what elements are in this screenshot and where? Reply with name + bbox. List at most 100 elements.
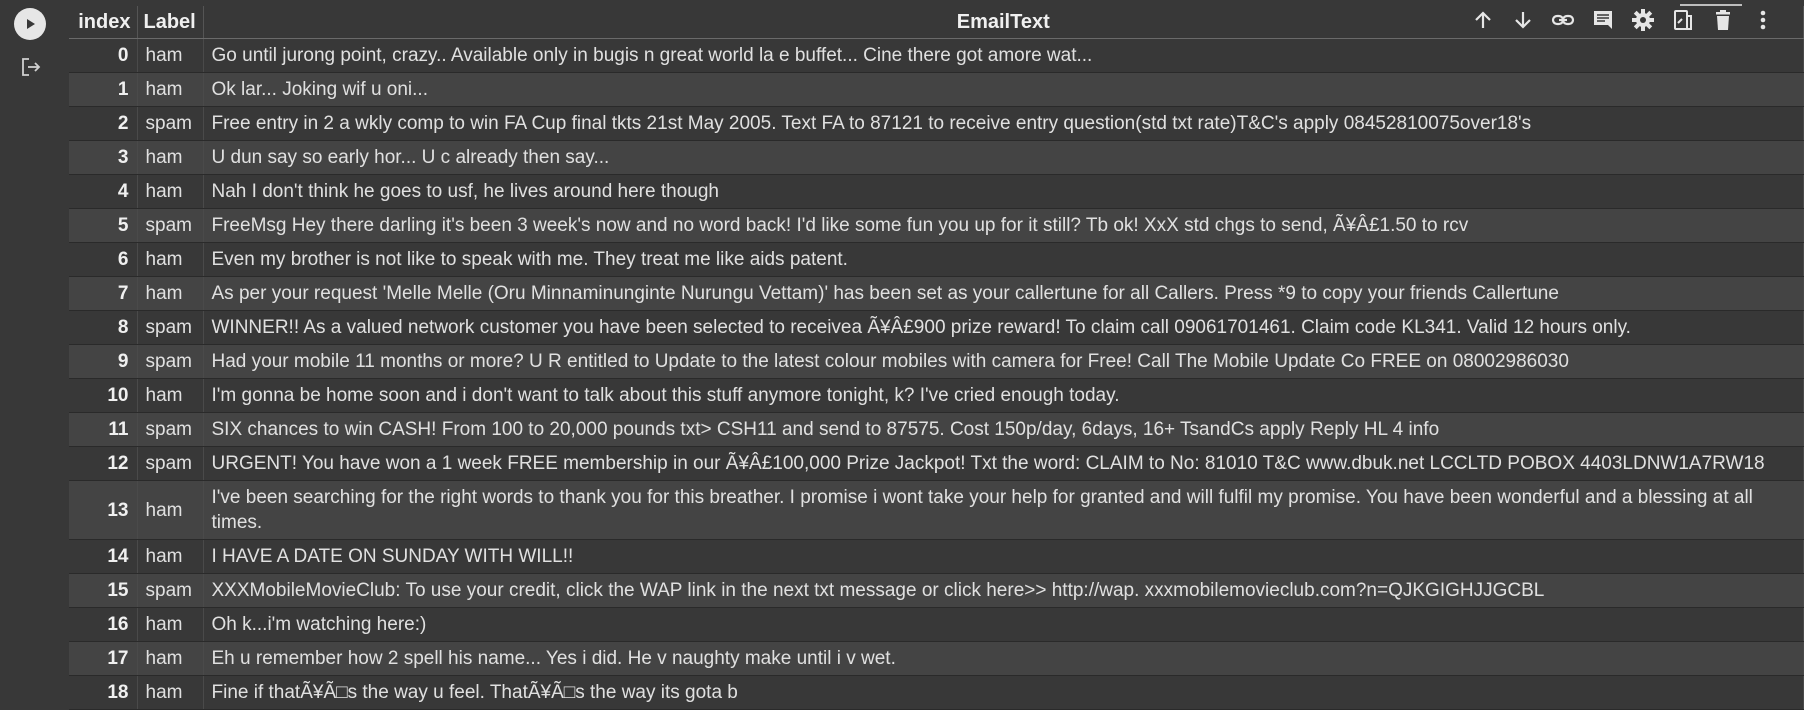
table-row: 4 ham Nah I don't think he goes to usf, he… xyxy=(69,174,1804,209)
row-index: 6 xyxy=(69,242,138,277)
move-cell-up-button[interactable] xyxy=(1466,4,1500,36)
label-cell: spam xyxy=(137,310,204,345)
label-cell: ham xyxy=(137,72,204,107)
row-index: 5 xyxy=(69,208,138,243)
add-comment-button[interactable] xyxy=(1586,4,1620,36)
label-cell: spam xyxy=(137,412,204,447)
mirror-cell-icon xyxy=(1674,10,1692,30)
emailtext-cell: FreeMsg Hey there darling it's been 3 we… xyxy=(203,208,1804,243)
mirror-cell-button[interactable] xyxy=(1666,4,1700,36)
table-row: 6 ham Even my brother is not like to speak… xyxy=(69,242,1804,277)
trash-icon xyxy=(1716,10,1730,30)
row-index: 12 xyxy=(69,446,138,481)
emailtext-cell: Even my brother is not like to speak wit… xyxy=(203,242,1804,277)
cell-toolbar xyxy=(1456,4,1786,36)
label-cell: ham xyxy=(137,480,204,540)
row-index: 7 xyxy=(69,276,138,311)
label-cell: ham xyxy=(137,607,204,642)
emailtext-cell: I've been searching for the right words … xyxy=(203,480,1804,540)
label-cell: spam xyxy=(137,106,204,141)
row-index: 15 xyxy=(69,573,138,608)
row-index: 18 xyxy=(69,675,138,710)
emailtext-cell: WINNER!! As a valued network customer yo… xyxy=(203,310,1804,345)
label-cell: ham xyxy=(137,242,204,277)
toolbar-divider xyxy=(1680,4,1742,6)
copy-link-button[interactable] xyxy=(1546,4,1580,36)
label-cell: ham xyxy=(137,174,204,209)
row-index: 4 xyxy=(69,174,138,209)
emailtext-cell: SIX chances to win CASH! From 100 to 20,… xyxy=(203,412,1804,447)
label-cell: ham xyxy=(137,38,204,73)
emailtext-cell: Fine if thatÃ¥Ã□s the way u feel. ThatÃ¥… xyxy=(203,675,1804,710)
emailtext-cell: Nah I don't think he goes to usf, he liv… xyxy=(203,174,1804,209)
table-row: 13 ham I've been searching for the right w… xyxy=(69,480,1804,540)
label-cell: spam xyxy=(137,446,204,481)
emailtext-cell: Ok lar... Joking wif u oni... xyxy=(203,72,1804,107)
comment-icon xyxy=(1594,11,1612,29)
emailtext-cell: As per your request 'Melle Melle (Oru Mi… xyxy=(203,276,1804,311)
row-index: 3 xyxy=(69,140,138,175)
dataframe-table: index Label EmailText 0 ham Go until juron… xyxy=(69,6,1804,710)
play-icon xyxy=(27,19,35,29)
gear-icon xyxy=(1632,9,1654,31)
settings-button[interactable] xyxy=(1626,4,1660,36)
row-index: 0 xyxy=(69,38,138,73)
column-header-label: Label xyxy=(137,6,204,39)
table-row: 2 spam Free entry in 2 a wkly comp to win … xyxy=(69,106,1804,141)
table-row: 11 spam SIX chances to win CASH! From 100 … xyxy=(69,412,1804,447)
label-cell: ham xyxy=(137,539,204,574)
table-row: 3 ham U dun say so early hor... U c alread… xyxy=(69,140,1804,175)
label-cell: ham xyxy=(137,276,204,311)
label-cell: spam xyxy=(137,208,204,243)
table-row: 5 spam FreeMsg Hey there darling it's been… xyxy=(69,208,1804,243)
row-index: 16 xyxy=(69,607,138,642)
table-row: 15 spam XXXMobileMovieClub: To use your cr… xyxy=(69,573,1804,608)
row-index: 8 xyxy=(69,310,138,345)
dataframe-output: index Label EmailText 0 ham Go until juron… xyxy=(69,6,1804,710)
table-row: 7 ham As per your request 'Melle Melle (Or… xyxy=(69,276,1804,311)
table-row: 8 spam WINNER!! As a valued network custom… xyxy=(69,310,1804,345)
row-index: 9 xyxy=(69,344,138,379)
row-index: 14 xyxy=(69,539,138,574)
delete-cell-button[interactable] xyxy=(1706,4,1740,36)
run-cell-button[interactable] xyxy=(14,8,46,40)
move-cell-down-button[interactable] xyxy=(1506,4,1540,36)
row-index: 10 xyxy=(69,378,138,413)
emailtext-cell: I HAVE A DATE ON SUNDAY WITH WILL!! xyxy=(203,539,1804,574)
row-index: 2 xyxy=(69,106,138,141)
table-row: 18 ham Fine if thatÃ¥Ã□s the way u feel. T… xyxy=(69,675,1804,710)
arrow-up-icon xyxy=(1475,11,1491,28)
table-row: 0 ham Go until jurong point, crazy.. Avail… xyxy=(69,38,1804,73)
label-cell: ham xyxy=(137,378,204,413)
row-index: 1 xyxy=(69,72,138,107)
row-index: 11 xyxy=(69,412,138,447)
table-row: 14 ham I HAVE A DATE ON SUNDAY WITH WILL!! xyxy=(69,539,1804,574)
emailtext-cell: URGENT! You have won a 1 week FREE membe… xyxy=(203,446,1804,481)
table-row: 9 spam Had your mobile 11 months or more? … xyxy=(69,344,1804,379)
row-index: 17 xyxy=(69,641,138,676)
table-row: 16 ham Oh k...i'm watching here:) xyxy=(69,607,1804,642)
emailtext-cell: Go until jurong point, crazy.. Available… xyxy=(203,38,1804,73)
label-cell: ham xyxy=(137,140,204,175)
table-row: 17 ham Eh u remember how 2 spell his name.… xyxy=(69,641,1804,676)
output-icon[interactable] xyxy=(18,54,44,80)
emailtext-cell: U dun say so early hor... U c already th… xyxy=(203,140,1804,175)
emailtext-cell: XXXMobileMovieClub: To use your credit, … xyxy=(203,573,1804,608)
table-row: 10 ham I'm gonna be home soon and i don't … xyxy=(69,378,1804,413)
more-actions-button[interactable] xyxy=(1746,4,1780,36)
emailtext-cell: I'm gonna be home soon and i don't want … xyxy=(203,378,1804,413)
arrow-down-icon xyxy=(1515,12,1531,29)
emailtext-cell: Eh u remember how 2 spell his name... Ye… xyxy=(203,641,1804,676)
label-cell: spam xyxy=(137,344,204,379)
label-cell: ham xyxy=(137,641,204,676)
emailtext-cell: Free entry in 2 a wkly comp to win FA Cu… xyxy=(203,106,1804,141)
cell-gutter xyxy=(0,0,64,710)
link-icon xyxy=(1551,14,1575,26)
column-header-index: index xyxy=(69,6,138,39)
table-row: 1 ham Ok lar... Joking wif u oni... xyxy=(69,72,1804,107)
label-cell: ham xyxy=(137,675,204,710)
emailtext-cell: Had your mobile 11 months or more? U R e… xyxy=(203,344,1804,379)
more-vert-icon xyxy=(1760,10,1766,30)
table-body: 0 ham Go until jurong point, crazy.. Avail… xyxy=(69,38,1804,710)
emailtext-cell: Oh k...i'm watching here:) xyxy=(203,607,1804,642)
